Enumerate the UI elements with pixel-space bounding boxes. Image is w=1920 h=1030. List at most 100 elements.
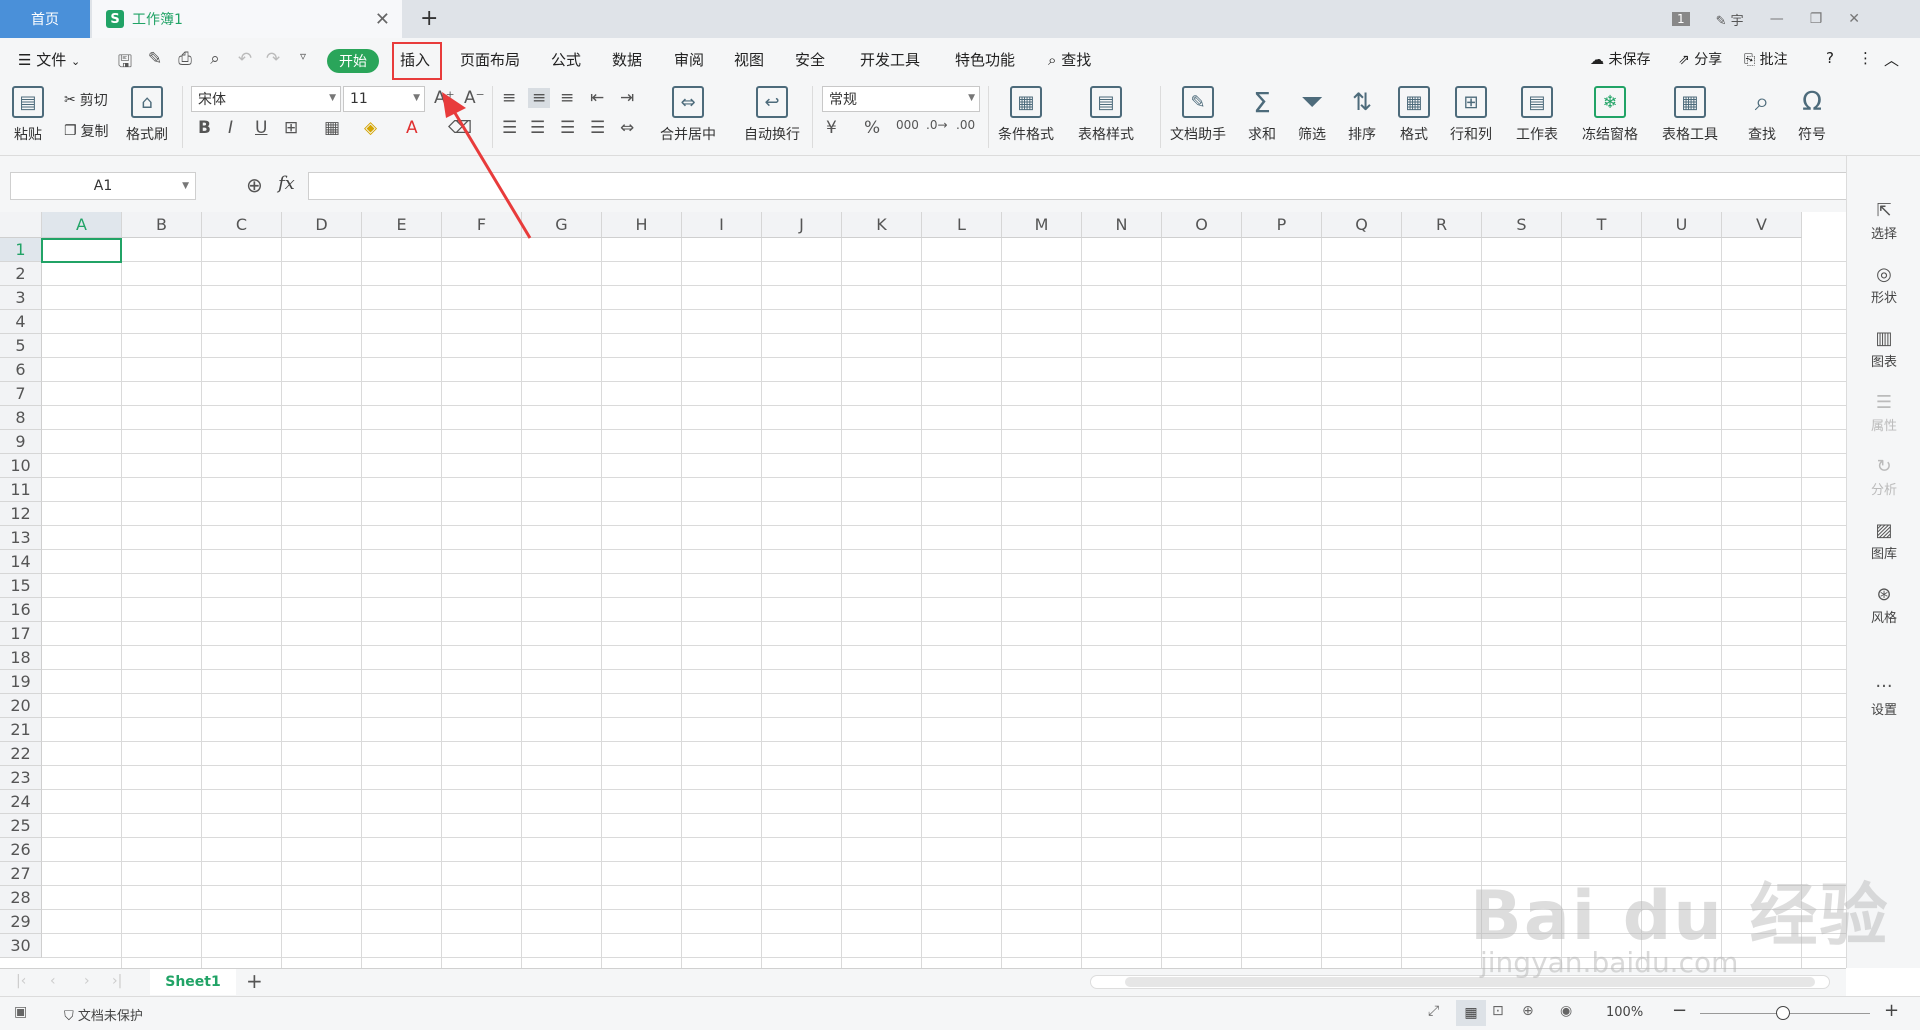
cut-button[interactable]: ✂ 剪切 xyxy=(64,90,108,110)
add-sheet-icon[interactable]: + xyxy=(246,969,263,993)
tab-developer[interactable]: 开发工具 xyxy=(860,49,920,70)
column-header-h[interactable]: H xyxy=(602,212,682,238)
prev-sheet-icon[interactable]: ‹ xyxy=(50,973,56,989)
first-sheet-icon[interactable]: |‹ xyxy=(16,973,26,989)
row-header-30[interactable]: 30 xyxy=(0,934,42,958)
tab-start[interactable]: 开始 xyxy=(327,49,379,73)
share-button[interactable]: ⇗ 分享 xyxy=(1678,49,1722,69)
decrease-decimal-icon[interactable]: .00 xyxy=(956,118,975,132)
more-icon[interactable]: ⋮ xyxy=(1858,49,1873,67)
macro-icon[interactable]: ▣ xyxy=(14,1004,27,1020)
undo-icon[interactable]: ↶ xyxy=(234,49,256,71)
row-header-24[interactable]: 24 xyxy=(0,790,42,814)
zoom-in-icon[interactable]: + xyxy=(1884,1000,1899,1021)
column-header-i[interactable]: I xyxy=(682,212,762,238)
thousands-icon[interactable]: 000 xyxy=(896,118,919,132)
row-header-1[interactable]: 1 xyxy=(0,238,42,262)
table-tools-button[interactable]: ▦ 表格工具 xyxy=(1662,86,1718,144)
row-header-27[interactable]: 27 xyxy=(0,862,42,886)
print-preview-icon[interactable]: ⌕ xyxy=(204,49,226,71)
column-header-l[interactable]: L xyxy=(922,212,1002,238)
row-header-17[interactable]: 17 xyxy=(0,622,42,646)
column-header-q[interactable]: Q xyxy=(1322,212,1402,238)
formula-input[interactable] xyxy=(308,172,1864,200)
row-header-9[interactable]: 9 xyxy=(0,430,42,454)
wrap-text-button[interactable]: ↩ 自动换行 xyxy=(744,86,800,144)
reading-layout-icon[interactable]: ⊕ xyxy=(1522,1003,1534,1019)
indent-decrease-icon[interactable]: ⇤ xyxy=(590,88,604,108)
restore-icon[interactable]: ❐ xyxy=(1810,11,1823,27)
active-cell-a1[interactable] xyxy=(41,238,122,263)
panel-settings[interactable]: ··· 设置 xyxy=(1847,676,1920,718)
fullscreen-icon[interactable]: ⤢ xyxy=(1428,1003,1439,1019)
fill-color-icon[interactable]: ◈ xyxy=(364,118,377,138)
align-bottom-icon[interactable]: ≡ xyxy=(560,88,574,108)
row-header-8[interactable]: 8 xyxy=(0,406,42,430)
tab-data[interactable]: 数据 xyxy=(612,49,642,70)
cell-style-icon[interactable]: ▦ xyxy=(324,118,340,138)
paste-button[interactable]: ▤ 粘贴 xyxy=(12,86,44,144)
row-header-14[interactable]: 14 xyxy=(0,550,42,574)
column-header-p[interactable]: P xyxy=(1242,212,1322,238)
spreadsheet-grid[interactable]: ABCDEFGHIJKLMNOPQRSTUV 1 2 3 4 5 6 7 8 9 10 11 12 13… xyxy=(0,212,1846,968)
last-sheet-icon[interactable]: ›| xyxy=(112,973,122,989)
row-header-3[interactable]: 3 xyxy=(0,286,42,310)
filter-button[interactable]: ⏷ 筛选 xyxy=(1296,85,1328,144)
percent-icon[interactable]: % xyxy=(864,118,880,138)
zoom-formula-icon[interactable]: ⊕ xyxy=(246,173,263,197)
row-header-21[interactable]: 21 xyxy=(0,718,42,742)
row-header-29[interactable]: 29 xyxy=(0,910,42,934)
row-header-28[interactable]: 28 xyxy=(0,886,42,910)
tab-security[interactable]: 安全 xyxy=(795,49,825,70)
row-header-16[interactable]: 16 xyxy=(0,598,42,622)
row-header-26[interactable]: 26 xyxy=(0,838,42,862)
freeze-button[interactable]: ❄ 冻结窗格 xyxy=(1582,86,1638,144)
sheet-tab-sheet1[interactable]: Sheet1 xyxy=(150,969,236,995)
select-all-corner[interactable] xyxy=(0,212,42,238)
doc-assistant-button[interactable]: ✎ 文档助手 xyxy=(1170,86,1226,144)
row-header-6[interactable]: 6 xyxy=(0,358,42,382)
row-header-25[interactable]: 25 xyxy=(0,814,42,838)
panel-chart[interactable]: ▥ 图表 xyxy=(1847,328,1920,370)
row-header-2[interactable]: 2 xyxy=(0,262,42,286)
table-style-button[interactable]: ▤ 表格样式 xyxy=(1078,86,1134,144)
worksheet-button[interactable]: ▤ 工作表 xyxy=(1516,86,1558,144)
column-header-t[interactable]: T xyxy=(1562,212,1642,238)
panel-select[interactable]: ⇱ 选择 xyxy=(1847,200,1920,242)
row-header-18[interactable]: 18 xyxy=(0,646,42,670)
file-menu[interactable]: ☰ 文件 ⌄ xyxy=(18,49,80,70)
find-button[interactable]: ⌕ 查找 xyxy=(1746,86,1778,144)
tab-page-layout[interactable]: 页面布局 xyxy=(460,49,520,70)
comment-button[interactable]: ⎘ 批注 xyxy=(1744,49,1788,69)
close-icon[interactable]: ✕ xyxy=(375,9,390,30)
indent-increase-icon[interactable]: ⇥ xyxy=(620,88,634,108)
conditional-format-button[interactable]: ▦ 条件格式 xyxy=(998,86,1054,144)
row-col-button[interactable]: ⊞ 行和列 xyxy=(1450,86,1492,144)
tab-view[interactable]: 视图 xyxy=(734,49,764,70)
row-header-19[interactable]: 19 xyxy=(0,670,42,694)
search-command[interactable]: ⌕ 查找 xyxy=(1048,49,1091,70)
font-size-select[interactable]: 11 ▼ xyxy=(343,86,425,112)
panel-style[interactable]: ⊛ 风格 xyxy=(1847,584,1920,626)
add-tab-button[interactable]: + xyxy=(420,6,438,31)
column-header-j[interactable]: J xyxy=(762,212,842,238)
print-icon[interactable]: ⎙ xyxy=(174,49,196,71)
column-header-o[interactable]: O xyxy=(1162,212,1242,238)
row-header-11[interactable]: 11 xyxy=(0,478,42,502)
collapse-ribbon-icon[interactable]: ︿ xyxy=(1884,49,1899,70)
row-header-5[interactable]: 5 xyxy=(0,334,42,358)
column-header-d[interactable]: D xyxy=(282,212,362,238)
copy-button[interactable]: ❐ 复制 xyxy=(64,121,109,141)
tab-workbook[interactable]: S 工作簿1 ✕ xyxy=(92,0,402,38)
row-header-7[interactable]: 7 xyxy=(0,382,42,406)
column-header-u[interactable]: U xyxy=(1642,212,1722,238)
row-header-20[interactable]: 20 xyxy=(0,694,42,718)
row-header-12[interactable]: 12 xyxy=(0,502,42,526)
column-header-r[interactable]: R xyxy=(1402,212,1482,238)
column-header-v[interactable]: V xyxy=(1722,212,1802,238)
fx-icon[interactable]: fx xyxy=(278,173,295,194)
column-header-s[interactable]: S xyxy=(1482,212,1562,238)
column-header-b[interactable]: B xyxy=(122,212,202,238)
merge-center-button[interactable]: ⇔ 合并居中 xyxy=(660,86,716,144)
column-header-m[interactable]: M xyxy=(1002,212,1082,238)
